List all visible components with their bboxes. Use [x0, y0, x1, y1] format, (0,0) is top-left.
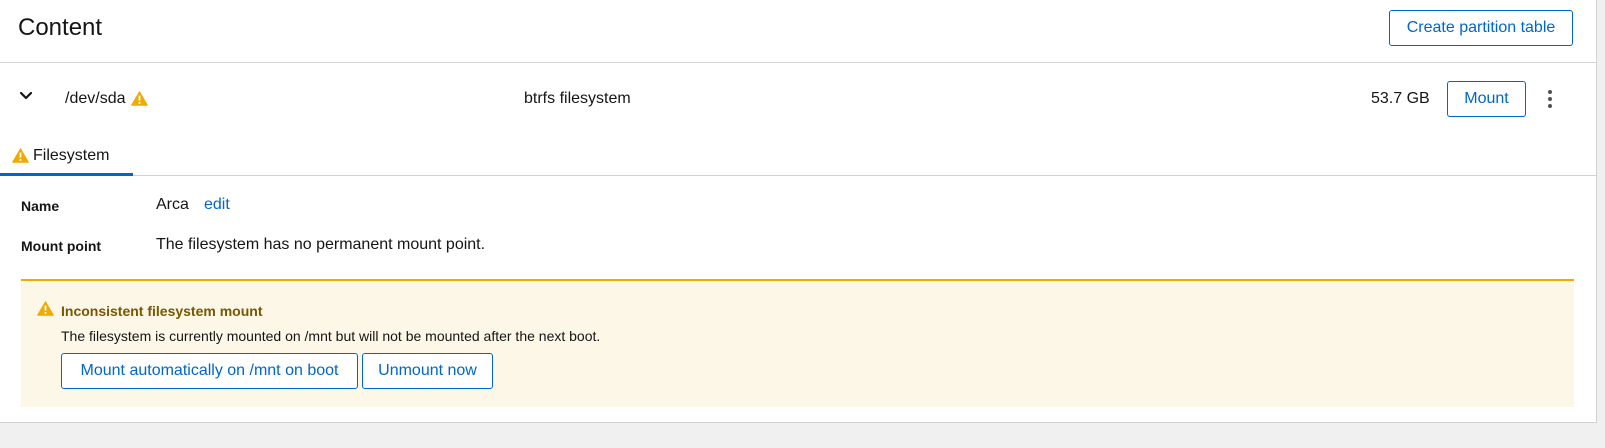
tab-filesystem[interactable]: Filesystem: [0, 136, 133, 176]
content-card: Content Create partition table /dev/sda …: [0, 0, 1597, 423]
mount-button[interactable]: Mount: [1447, 81, 1526, 117]
inconsistent-mount-alert: Inconsistent filesystem mount The filesy…: [21, 279, 1574, 407]
unmount-now-button[interactable]: Unmount now: [362, 353, 493, 389]
alert-description: The filesystem is currently mounted on /…: [61, 328, 601, 344]
create-partition-table-button[interactable]: Create partition table: [1389, 10, 1573, 46]
warning-icon: [37, 301, 54, 316]
edit-name-link[interactable]: edit: [204, 195, 230, 215]
card-header: Content Create partition table: [0, 0, 1596, 63]
device-size: 53.7 GB: [1371, 90, 1430, 107]
tab-bar: Filesystem: [0, 136, 1596, 176]
mount-on-boot-button[interactable]: Mount automatically on /mnt on boot: [61, 353, 358, 389]
chevron-down-icon[interactable]: [17, 87, 35, 105]
warning-icon: [12, 148, 29, 163]
page-title: Content: [18, 14, 103, 41]
device-name: /dev/sda: [65, 90, 126, 107]
device-type: btrfs filesystem: [524, 90, 631, 107]
name-label: Name: [21, 198, 60, 214]
warning-icon: [131, 91, 148, 106]
kebab-icon[interactable]: [1539, 88, 1561, 110]
mount-point-label: Mount point: [21, 238, 102, 254]
alert-title: Inconsistent filesystem mount: [61, 303, 263, 319]
device-row: /dev/sda btrfs filesystem 53.7 GB Mount: [0, 63, 1596, 136]
tab-label: Filesystem: [33, 147, 110, 164]
mount-point-value: The filesystem has no permanent mount po…: [156, 236, 486, 253]
name-value: Arca: [156, 196, 189, 213]
